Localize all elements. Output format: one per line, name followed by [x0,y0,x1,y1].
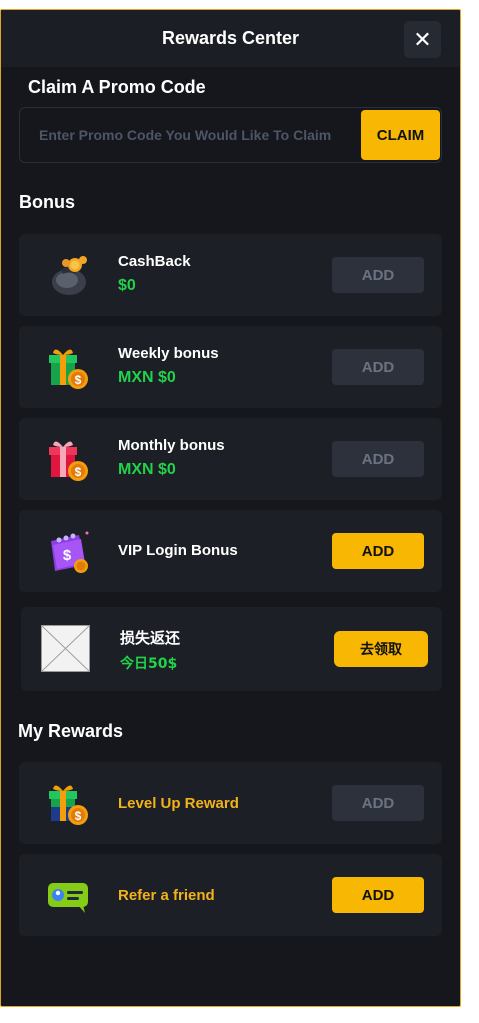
svg-text:$: $ [63,547,72,564]
bonus-card-vip-login: $ VIP Login Bonus ADD [19,510,442,592]
reward-card-level-up: $ Level Up Reward ADD [19,762,442,844]
loss-rebate-title: 损失返还 [120,629,181,647]
reward-title: Refer a friend [118,887,215,904]
reward-title: Level Up Reward [118,795,239,812]
refer-friend-add-button[interactable]: ADD [332,877,424,913]
reward-card-refer-friend: Refer a friend ADD [19,854,442,936]
refer-card-icon [48,883,88,913]
broken-image-icon [41,625,90,672]
close-icon: ✕ [413,26,432,52]
my-rewards-section-title: My Rewards [18,721,124,741]
bonus-card-loss-rebate: 损失返还 今日50$ 去领取 [21,607,442,691]
vip-login-add-button[interactable]: ADD [332,533,424,569]
svg-text:$: $ [75,373,82,387]
bonus-value: MXN $0 [118,369,176,386]
rewards-center-panel: Rewards Center ✕ Claim A Promo Code CLAI… [0,9,461,1007]
bonus-title: Monthly bonus [118,437,225,454]
promo-section-title: Claim A Promo Code [28,77,206,97]
svg-text:$: $ [75,465,82,479]
gift-coin-icon: $ [49,785,88,825]
monthly-add-button[interactable]: ADD [332,441,424,477]
bonus-card-monthly: $ Monthly bonus MXN $0 ADD [19,418,442,500]
bonus-title: CashBack [118,253,191,270]
page-title: Rewards Center [161,28,300,48]
bonus-title: Weekly bonus [118,345,219,362]
weekly-add-button[interactable]: ADD [332,349,424,385]
red-gift-coin-icon: $ [49,441,88,481]
cashback-add-button[interactable]: ADD [332,257,424,293]
close-button[interactable]: ✕ [404,21,441,58]
svg-text:$: $ [75,809,82,823]
bonus-title: VIP Login Bonus [118,542,238,559]
bonus-card-cashback: CashBack $0 ADD [19,234,442,316]
header: Rewards Center ✕ [1,10,460,67]
bonus-value: MXN $0 [118,461,176,478]
money-bag-icon [52,256,87,295]
purple-wallet-icon: $ [51,531,89,573]
promo-code-input[interactable] [20,108,360,162]
green-gift-coin-icon: $ [49,349,88,389]
claim-button[interactable]: CLAIM [361,110,440,160]
level-up-add-button[interactable]: ADD [332,785,424,821]
loss-rebate-value: 今日50$ [120,656,178,672]
bonus-value: $0 [118,277,136,294]
bonus-card-weekly: $ Weekly bonus MXN $0 ADD [19,326,442,408]
bonus-section-title: Bonus [19,192,75,212]
loss-rebate-claim-button[interactable]: 去领取 [334,631,428,667]
promo-code-box: CLAIM [19,107,442,163]
